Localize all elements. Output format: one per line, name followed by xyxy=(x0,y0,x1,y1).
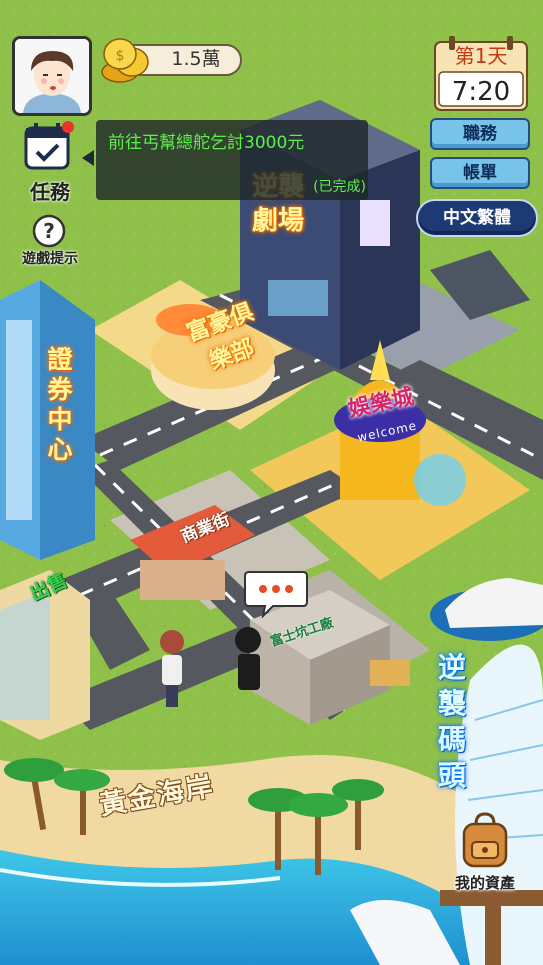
job-button[interactable]: 職務 xyxy=(430,118,530,150)
backpack-icon[interactable] xyxy=(456,810,514,870)
day-label: 第1天 xyxy=(454,44,508,68)
pier-label: 逆襲碼頭 xyxy=(437,651,466,792)
task-panel-pointer xyxy=(82,150,94,166)
question-mark-icon[interactable]: ? xyxy=(32,214,66,248)
assets-label[interactable]: 我的資產 xyxy=(440,872,530,893)
bill-button[interactable]: 帳單 xyxy=(430,157,530,189)
avatar-face-icon xyxy=(15,39,89,113)
money-value: 1.5萬 xyxy=(171,48,221,70)
player-avatar[interactable] xyxy=(12,36,92,116)
map-label-stock-center[interactable]: 證券中心 xyxy=(40,345,80,465)
hint-label[interactable]: 遊戲提示 xyxy=(10,248,90,268)
time-label: 7:20 xyxy=(451,77,511,107)
language-button[interactable]: 中文繁體 xyxy=(416,199,538,237)
task-description: 前往丐幫總舵乞討3000元 xyxy=(108,133,305,153)
svg-text:$: $ xyxy=(116,48,125,64)
stock-center-label: 證券中心 xyxy=(47,345,73,464)
calendar-check-icon[interactable] xyxy=(22,120,74,172)
svg-text:?: ? xyxy=(43,219,55,243)
coin-stack-icon: $ xyxy=(101,38,149,83)
task-label[interactable]: 任務 xyxy=(18,176,82,205)
speech-bubble-icon[interactable] xyxy=(243,568,309,618)
map-label-pier[interactable]: 逆襲碼頭 xyxy=(432,650,472,794)
task-status: (已完成) xyxy=(313,179,366,195)
